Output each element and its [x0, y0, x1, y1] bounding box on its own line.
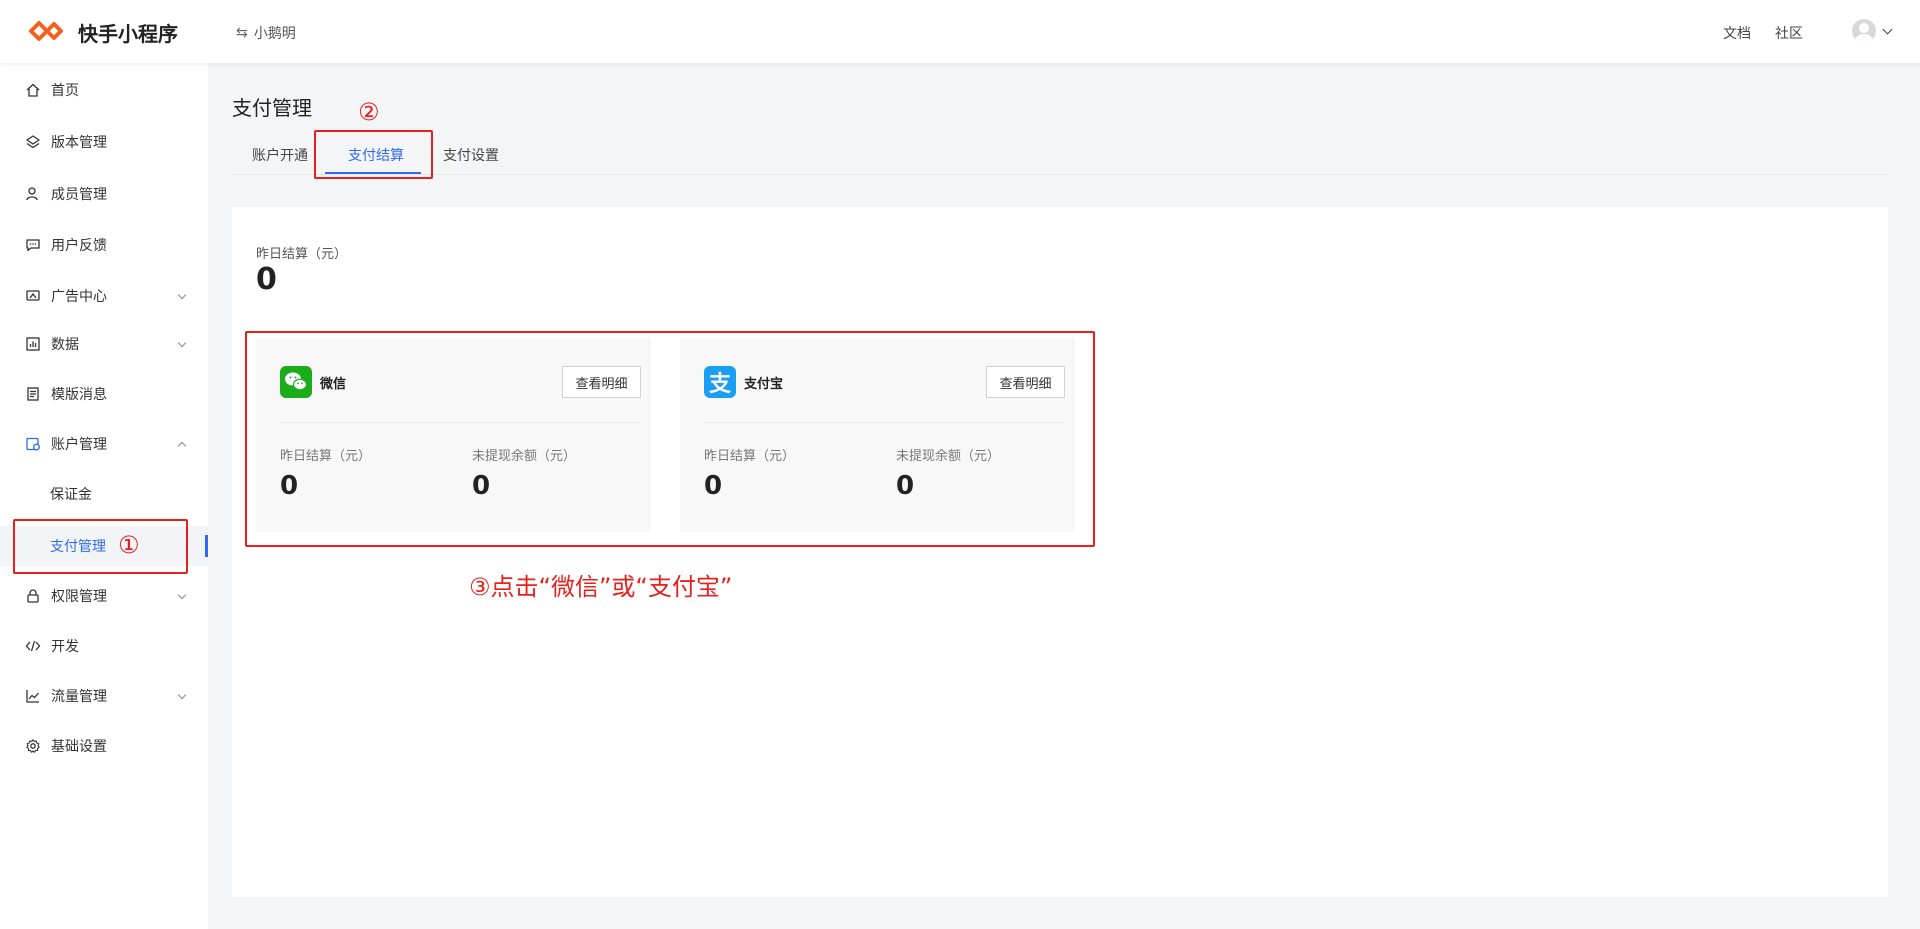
settlement-card [232, 207, 1888, 897]
sidebar-item-feedback[interactable]: 用户反馈 [0, 225, 208, 265]
active-indicator [205, 535, 208, 557]
chevron-down-icon [177, 290, 187, 300]
sidebar-item-label: 权限管理 [51, 589, 107, 605]
sidebar-item-label: 流量管理 [51, 689, 107, 705]
code-icon [25, 640, 41, 652]
sidebar-item-versions[interactable]: 版本管理 [0, 122, 208, 162]
summary-label: 昨日结算（元） [256, 247, 348, 262]
chart-icon [26, 337, 40, 351]
sidebar-item-develop[interactable]: 开发 [0, 626, 208, 666]
brand-title[interactable]: 快手小程序 [78, 18, 178, 47]
sidebar-item-account[interactable]: 账户管理 [0, 424, 208, 464]
sidebar-item-template-messages[interactable]: 模版消息 [0, 374, 208, 414]
chevron-down-icon [177, 690, 187, 700]
sidebar-item-label: 开发 [51, 639, 79, 655]
sidebar-item-label: 账户管理 [51, 437, 107, 453]
top-header: 快手小程序 ⇆ 小鹅明 文档 社区 [0, 0, 1920, 63]
sidebar-item-home[interactable]: 首页 [0, 70, 208, 110]
sidebar-item-ad-center[interactable]: 广告中心 [0, 276, 208, 316]
step3-instruction: ③点击“微信”或“支付宝” [469, 573, 733, 601]
trend-icon [26, 690, 39, 703]
chevron-up-icon [177, 441, 187, 451]
sidebar-item-basic-settings[interactable]: 基础设置 [0, 726, 208, 766]
lock-icon [27, 589, 39, 603]
template-icon [27, 387, 39, 401]
step1-marker: ① [118, 531, 140, 559]
sidebar-item-label: 首页 [51, 83, 79, 99]
ad-icon [26, 290, 40, 301]
sidebar-item-label: 版本管理 [51, 135, 107, 151]
kuaishou-logo-icon[interactable] [28, 18, 64, 44]
message-icon [26, 239, 40, 252]
sidebar-item-deposit[interactable]: 保证金 [0, 474, 208, 514]
account-icon [26, 437, 40, 451]
sidebar-item-label: 数据 [51, 337, 79, 353]
sidebar-item-permissions[interactable]: 权限管理 [0, 576, 208, 616]
chevron-down-icon [177, 338, 187, 348]
highlight-box-step1 [13, 519, 188, 574]
sidebar-item-label: 成员管理 [51, 187, 107, 203]
sidebar-item-label: 用户反馈 [51, 238, 107, 254]
sidebar-item-label: 保证金 [50, 487, 92, 503]
home-icon [26, 83, 40, 97]
tab-bar: 账户开通 支付结算 支付设置 [232, 140, 1888, 175]
gear-icon [26, 739, 40, 753]
user-icon [26, 187, 38, 201]
sidebar-item-data[interactable]: 数据 [0, 324, 208, 364]
summary-value: 0 [256, 262, 277, 297]
current-app-name: 小鹅明 [253, 26, 296, 42]
docs-link[interactable]: 文档 [1723, 23, 1751, 43]
sidebar-item-label: 广告中心 [51, 289, 107, 305]
chevron-down-icon [177, 590, 187, 600]
highlight-box-step2 [314, 130, 433, 179]
tab-account-opening[interactable]: 账户开通 [252, 145, 308, 165]
highlight-box-step3 [245, 331, 1095, 547]
community-link[interactable]: 社区 [1775, 23, 1803, 43]
sidebar-item-traffic[interactable]: 流量管理 [0, 676, 208, 716]
sidebar-item-members[interactable]: 成员管理 [0, 174, 208, 214]
switch-icon: ⇆ [236, 25, 248, 41]
app-switcher[interactable]: ⇆ 小鹅明 [236, 23, 296, 43]
layers-icon [26, 135, 40, 149]
tab-payment-settings[interactable]: 支付设置 [443, 145, 499, 165]
sidebar-item-label: 模版消息 [51, 387, 107, 403]
sidebar-item-label: 基础设置 [51, 739, 107, 755]
page-title: 支付管理 [232, 96, 312, 120]
step2-marker: ② [358, 98, 380, 126]
user-avatar[interactable] [1852, 19, 1876, 43]
chevron-down-icon[interactable] [1882, 24, 1893, 35]
